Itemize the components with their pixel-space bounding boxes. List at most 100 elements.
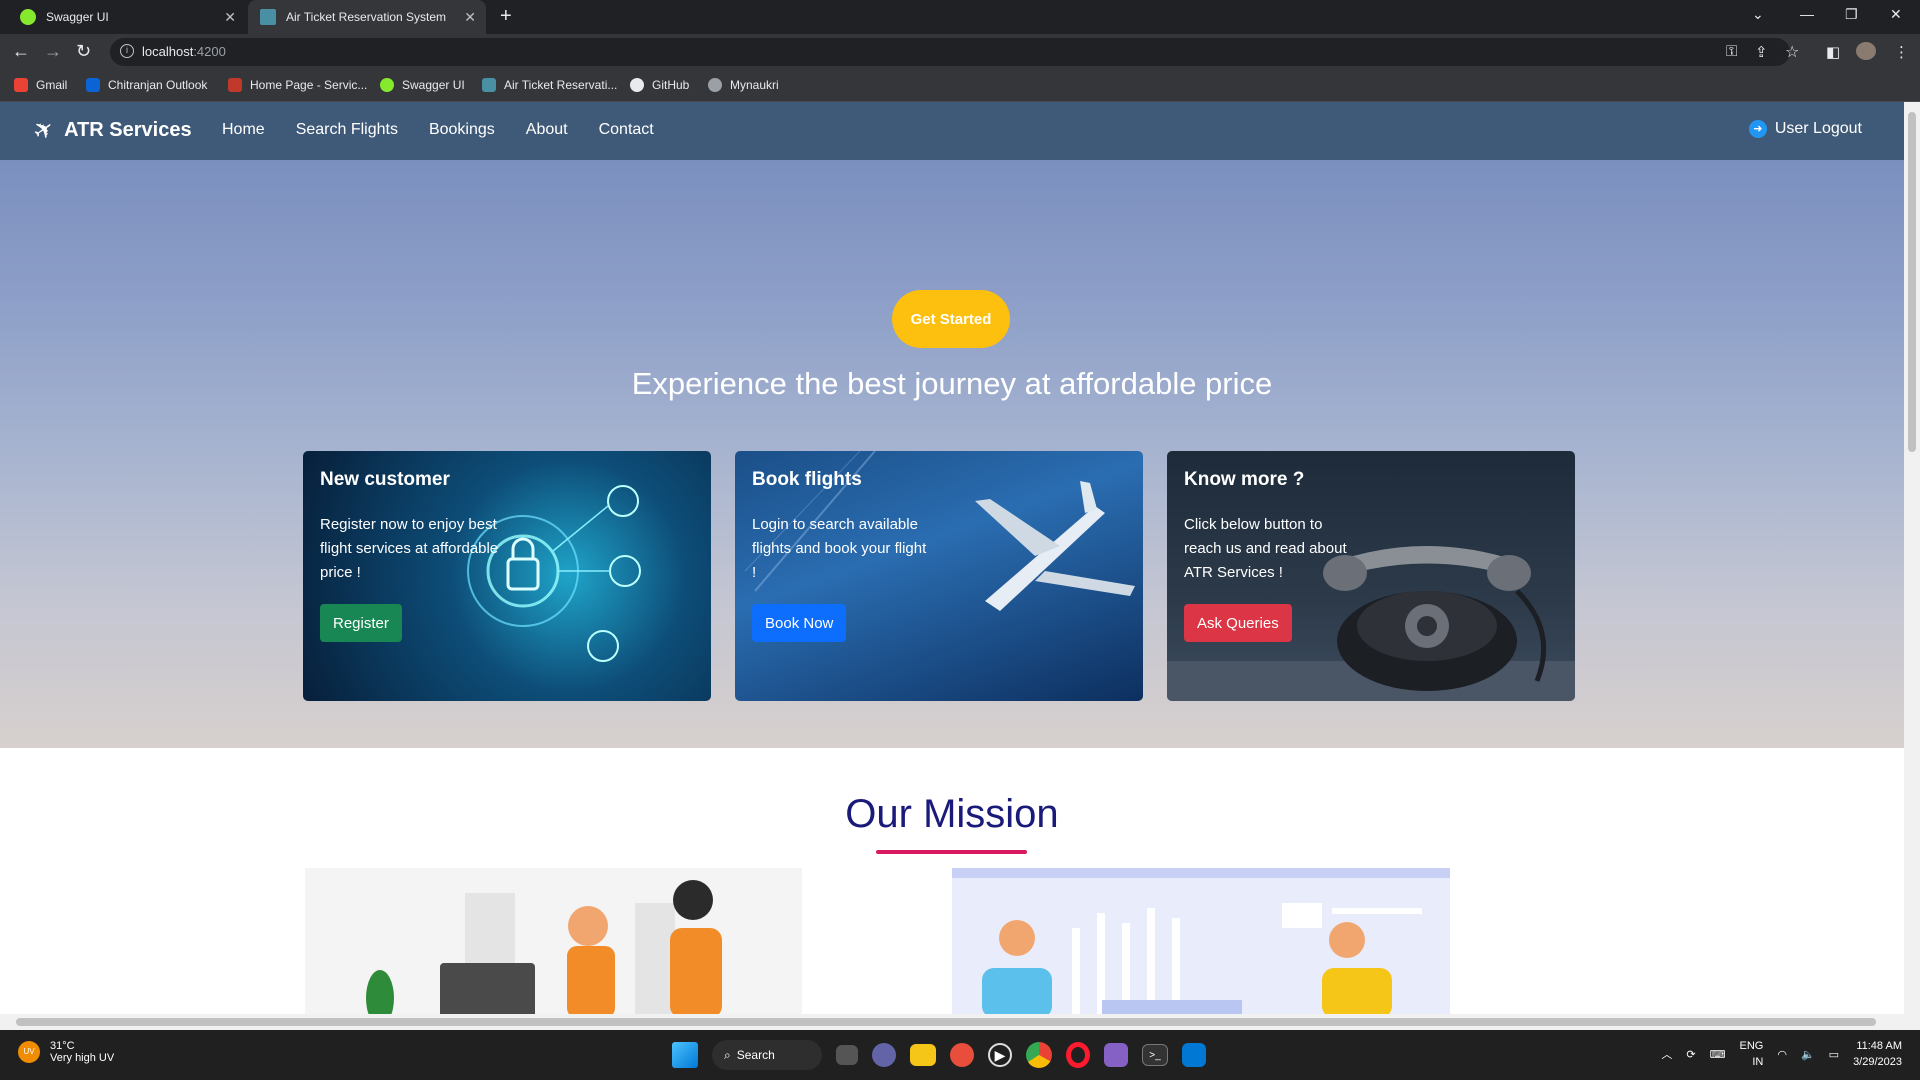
app-navbar: ✈ ATR Services Home Search Flights Booki…: [0, 102, 1904, 160]
minimize-icon[interactable]: —: [1800, 6, 1814, 22]
nav-links: Home Search Flights Bookings About Conta…: [222, 121, 654, 139]
weather-widget[interactable]: UV 31°C Very high UV: [18, 1040, 114, 1064]
sync-icon[interactable]: ⟳: [1686, 1048, 1695, 1061]
weather-temp: 31°C: [50, 1040, 75, 1052]
nav-home[interactable]: Home: [222, 121, 265, 139]
taskbar-search[interactable]: ⌕ Search: [712, 1040, 822, 1070]
mission-illustration-left: [305, 868, 802, 1014]
mission-illustration-right: [952, 868, 1450, 1014]
card-text: Register now to enjoy best flight servic…: [320, 516, 499, 581]
tab-swagger-ui[interactable]: Swagger UI ✕: [8, 0, 246, 34]
horizontal-scroll-thumb[interactable]: [16, 1018, 1876, 1026]
new-tab-icon[interactable]: +: [500, 5, 512, 28]
card-book-flights: Book flights Login to search available f…: [735, 451, 1143, 701]
nav-search-flights[interactable]: Search Flights: [296, 121, 398, 139]
nav-contact[interactable]: Contact: [599, 121, 654, 139]
address-bar[interactable]: i localhost:4200 ⚿ ⇪ ☆: [110, 38, 1799, 66]
swagger-favicon-icon: [20, 9, 36, 25]
bookmark-github[interactable]: GitHub: [630, 78, 689, 92]
nav-bookings[interactable]: Bookings: [429, 121, 495, 139]
hero-title: Experience the best journey at affordabl…: [631, 366, 1273, 401]
vertical-scrollbar[interactable]: [1904, 102, 1920, 1014]
close-icon[interactable]: ✕: [464, 9, 476, 26]
card-title: Know more ?: [1184, 469, 1305, 490]
visual-studio-icon[interactable]: [1104, 1043, 1128, 1067]
chrome-icon[interactable]: [1026, 1042, 1052, 1068]
browser-toolbar: ← → ↻ i localhost:4200 ⚿ ⇪ ☆ ◧ ⋮: [0, 34, 1920, 70]
opera-icon[interactable]: [1066, 1042, 1090, 1068]
uv-badge-icon: UV: [18, 1041, 40, 1063]
profile-avatar[interactable]: [1856, 42, 1876, 60]
url-text: localhost:4200: [142, 44, 226, 59]
vertical-scroll-thumb[interactable]: [1908, 112, 1916, 452]
forward-icon[interactable]: →: [44, 41, 62, 62]
teams-chat-icon[interactable]: [872, 1043, 896, 1067]
reload-icon[interactable]: ↻: [76, 41, 91, 62]
window-close-icon[interactable]: ✕: [1890, 6, 1902, 23]
bookmark-mynaukri[interactable]: Mynaukri: [708, 78, 779, 92]
git-client-icon[interactable]: [950, 1043, 974, 1067]
back-icon[interactable]: ←: [12, 41, 30, 62]
bookmark-air-ticket[interactable]: Air Ticket Reservati...: [482, 78, 617, 92]
tab-search-icon[interactable]: ⌄: [1752, 6, 1764, 23]
plane-icon: [482, 78, 496, 92]
weather-desc: Very high UV: [50, 1052, 115, 1064]
globe-icon: [708, 78, 722, 92]
wifi-icon[interactable]: ◠: [1777, 1048, 1787, 1061]
side-panel-icon[interactable]: ◧: [1826, 43, 1840, 61]
site-info-icon[interactable]: i: [120, 44, 134, 58]
user-logout-link[interactable]: ➜ User Logout: [1748, 120, 1862, 138]
book-now-button[interactable]: Book Now: [752, 604, 847, 642]
taskbar: UV 31°C Very high UV ⌕ Search ▶ >_ ︿ ⟳ ⌨ …: [0, 1030, 1920, 1080]
bookmark-swagger[interactable]: Swagger UI: [380, 78, 465, 92]
register-button[interactable]: Register: [320, 604, 402, 642]
mission-underline: [876, 850, 1027, 854]
bookmark-home-page[interactable]: Home Page - Servic...: [228, 78, 367, 92]
browser-tabstrip: Swagger UI ✕ Air Ticket Reservation Syst…: [0, 0, 1920, 34]
file-explorer-icon[interactable]: [910, 1044, 936, 1066]
chevron-up-icon[interactable]: ︿: [1661, 1046, 1672, 1062]
keyboard-icon[interactable]: ⌨: [1710, 1048, 1726, 1061]
close-icon[interactable]: ✕: [224, 9, 236, 26]
get-started-button[interactable]: Get Started: [892, 290, 1010, 348]
tab-label: Swagger UI: [46, 10, 109, 24]
battery-icon[interactable]: ▭: [1829, 1048, 1839, 1061]
bookmark-star-icon[interactable]: ☆: [1785, 42, 1799, 62]
plane-favicon-icon: [260, 9, 276, 25]
language-indicator[interactable]: ENG IN: [1740, 1038, 1764, 1070]
servicenow-icon: [228, 78, 242, 92]
media-player-icon[interactable]: ▶: [988, 1043, 1012, 1067]
swagger-icon: [380, 78, 394, 92]
windows-start-icon[interactable]: [672, 1042, 698, 1068]
password-key-icon[interactable]: ⚿: [1726, 43, 1737, 60]
plane-logo-icon: ✈: [28, 113, 61, 148]
tab-air-ticket[interactable]: Air Ticket Reservation System ✕: [248, 0, 486, 34]
clock[interactable]: 11:48 AM 3/29/2023: [1853, 1038, 1902, 1070]
logout-icon: ➜: [1748, 120, 1767, 138]
page-viewport: ✈ ATR Services Home Search Flights Booki…: [0, 102, 1904, 1014]
card-title: Book flights: [752, 469, 862, 490]
horizontal-scrollbar[interactable]: [0, 1014, 1920, 1030]
outlook-icon: [86, 78, 100, 92]
nav-about[interactable]: About: [526, 121, 568, 139]
menu-icon[interactable]: ⋮: [1894, 43, 1909, 61]
card-text: Login to search available flights and bo…: [752, 516, 927, 581]
github-icon: [630, 78, 644, 92]
ask-queries-button[interactable]: Ask Queries: [1184, 604, 1292, 642]
tab-label: Air Ticket Reservation System: [286, 10, 447, 24]
restore-icon[interactable]: ❐: [1845, 6, 1858, 23]
system-tray: ︿ ⟳ ⌨ ENG IN ◠ 🔈 ▭ 11:48 AM 3/29/2023: [1661, 1038, 1902, 1070]
card-know-more: Know more ? Click below button to reach …: [1167, 451, 1575, 701]
card-title: New customer: [320, 469, 450, 490]
bookmark-outlook[interactable]: Chitranjan Outlook: [86, 78, 207, 92]
volume-icon[interactable]: 🔈: [1801, 1048, 1815, 1061]
bookmark-gmail[interactable]: Gmail: [14, 78, 67, 92]
share-icon[interactable]: ⇪: [1755, 43, 1768, 61]
mission-title: Our Mission: [845, 792, 1059, 836]
gmail-icon: [14, 78, 28, 92]
brand[interactable]: ✈ ATR Services: [28, 114, 192, 148]
vscode-icon[interactable]: [1182, 1043, 1206, 1067]
search-icon: ⌕: [724, 1047, 731, 1062]
task-view-icon[interactable]: [836, 1045, 858, 1065]
terminal-icon[interactable]: >_: [1142, 1044, 1168, 1066]
